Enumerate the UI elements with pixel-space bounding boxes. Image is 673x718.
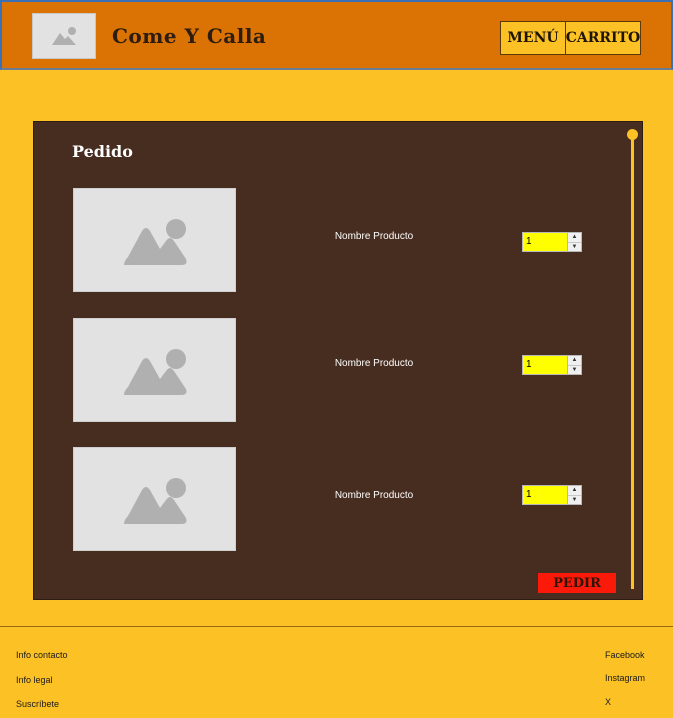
order-title: Pedido [72, 142, 133, 161]
increment-icon[interactable]: ▲ [568, 486, 581, 496]
nav-menu-button[interactable]: MENÚ [500, 21, 566, 55]
quantity-stepper[interactable]: 1 ▲ ▼ [522, 485, 582, 505]
site-brand: Come Y Calla [112, 24, 267, 48]
product-name: Nombre Producto [334, 358, 414, 369]
quantity-spinner: ▲ ▼ [567, 486, 581, 504]
increment-icon[interactable]: ▲ [568, 233, 581, 243]
order-item: Nombre Producto 1 ▲ ▼ [34, 447, 594, 551]
footer-link-legal[interactable]: Info legal [16, 675, 53, 685]
logo[interactable] [32, 13, 96, 59]
image-placeholder-icon [124, 219, 187, 265]
order-item: Nombre Producto 1 ▲ ▼ [34, 188, 594, 292]
footer-link-contact[interactable]: Info contacto [16, 650, 68, 660]
footer-link-instagram[interactable]: Instagram [605, 673, 645, 683]
product-image [73, 447, 236, 551]
footer-link-facebook[interactable]: Facebook [605, 650, 645, 660]
scrollbar-thumb[interactable] [627, 129, 638, 140]
footer-divider [0, 626, 673, 627]
order-button[interactable]: PEDIR [538, 573, 616, 593]
scrollbar-track[interactable] [631, 136, 634, 589]
product-name: Nombre Producto [334, 231, 414, 242]
product-image [73, 318, 236, 422]
quantity-stepper[interactable]: 1 ▲ ▼ [522, 355, 582, 375]
footer-link-x[interactable]: X [605, 697, 611, 707]
increment-icon[interactable]: ▲ [568, 356, 581, 366]
quantity-spinner: ▲ ▼ [567, 356, 581, 374]
product-name: Nombre Producto [334, 490, 414, 501]
decrement-icon[interactable]: ▼ [568, 496, 581, 505]
image-placeholder-icon [124, 349, 187, 395]
quantity-value[interactable]: 1 [523, 486, 567, 504]
nav-cart-button[interactable]: CARRITO [566, 21, 641, 55]
order-panel: Pedido Nombre Producto 1 ▲ ▼ Nombre Prod… [33, 121, 643, 600]
main-nav: MENÚ CARRITO [500, 21, 641, 55]
image-placeholder-icon [124, 478, 187, 524]
footer-link-subscribe[interactable]: Suscríbete [16, 699, 59, 709]
decrement-icon[interactable]: ▼ [568, 366, 581, 375]
order-item: Nombre Producto 1 ▲ ▼ [34, 318, 594, 422]
quantity-value[interactable]: 1 [523, 356, 567, 374]
quantity-spinner: ▲ ▼ [567, 233, 581, 251]
quantity-value[interactable]: 1 [523, 233, 567, 251]
decrement-icon[interactable]: ▼ [568, 243, 581, 252]
quantity-stepper[interactable]: 1 ▲ ▼ [522, 232, 582, 252]
image-placeholder-icon [52, 27, 76, 45]
site-header: Come Y Calla MENÚ CARRITO [0, 0, 673, 70]
product-image [73, 188, 236, 292]
